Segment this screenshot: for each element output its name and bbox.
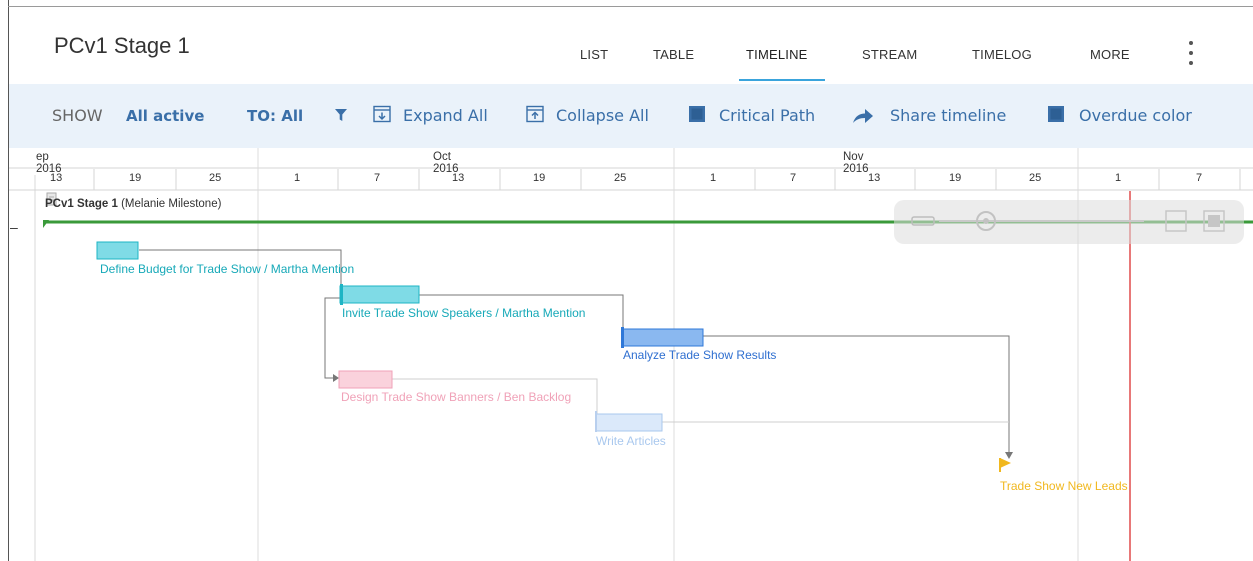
task-label-invite-speakers[interactable]: Invite Trade Show Speakers / Martha Ment… [342, 306, 585, 320]
active-tab-indicator [739, 79, 825, 81]
task-bar-write-articles[interactable] [595, 413, 663, 432]
collapse-all-icon[interactable] [526, 105, 544, 123]
month-label: Nov 2016 [843, 151, 869, 175]
task-bar-analyze-results[interactable] [621, 328, 704, 347]
task-bar-invite-speakers[interactable] [339, 285, 420, 304]
overdue-color-checkbox-icon[interactable] [1047, 105, 1065, 123]
milestone-label-new-leads[interactable]: Trade Show New Leads [1000, 479, 1128, 493]
assignee-filter-dropdown[interactable]: TO: All [247, 107, 303, 125]
overdue-color-toggle[interactable]: Overdue color [1079, 106, 1192, 125]
tab-more[interactable]: MORE [1090, 47, 1130, 62]
tab-timelog[interactable]: TIMELOG [972, 47, 1032, 62]
more-options-icon[interactable] [1181, 39, 1201, 69]
project-row[interactable]: PCv1 Stage 1 (Melanie Milestone) [45, 198, 221, 210]
filter-icon[interactable] [335, 109, 347, 122]
critical-path-toggle[interactable]: Critical Path [719, 106, 815, 125]
task-bar-define-budget[interactable] [96, 241, 139, 260]
project-header: PCv1 Stage 1 LIST TABLE TIMELINE STREAM … [9, 7, 1253, 83]
milestone-flag-icon[interactable] [999, 458, 1011, 472]
day-label: 19 [949, 172, 962, 184]
critical-path-checkbox-icon[interactable] [688, 105, 706, 123]
day-label: 7 [374, 172, 381, 184]
share-arrow-icon[interactable] [852, 108, 874, 124]
show-filter-dropdown[interactable]: All active [126, 107, 204, 125]
show-label: SHOW [52, 106, 103, 125]
task-label-write-articles[interactable]: Write Articles [596, 434, 666, 448]
expand-all-button[interactable]: Expand All [403, 106, 488, 125]
task-label-design-banners[interactable]: Design Trade Show Banners / Ben Backlog [341, 390, 571, 404]
day-label: 13 [50, 172, 63, 184]
app-window: PCv1 Stage 1 LIST TABLE TIMELINE STREAM … [0, 0, 1253, 561]
collapse-all-button[interactable]: Collapse All [556, 106, 649, 125]
project-owner: (Melanie Milestone) [121, 198, 222, 210]
day-label: 25 [1029, 172, 1042, 184]
day-label: 7 [790, 172, 797, 184]
timeline-chart: ep 2016 Oct 2016 Nov 2016 13 19 25 1 7 1… [9, 148, 1253, 561]
day-label: 25 [209, 172, 222, 184]
day-label: 1 [1115, 172, 1122, 184]
tab-list[interactable]: LIST [580, 47, 608, 62]
timeline-toolbar: SHOW All active TO: All Expand All Colla… [9, 84, 1253, 148]
day-label: 13 [868, 172, 881, 184]
collapse-project-toggle[interactable]: – [10, 219, 18, 235]
timeline-zoom-control[interactable] [894, 200, 1244, 244]
task-label-analyze-results[interactable]: Analyze Trade Show Results [623, 348, 776, 362]
share-timeline-button[interactable]: Share timeline [890, 106, 1006, 125]
task-bar-design-banners[interactable] [338, 370, 393, 389]
day-label: 19 [533, 172, 546, 184]
tab-stream[interactable]: STREAM [862, 47, 917, 62]
project-name: PCv1 Stage 1 [45, 198, 118, 210]
tab-timeline[interactable]: TIMELINE [746, 47, 808, 62]
day-label: 1 [294, 172, 301, 184]
day-label: 13 [452, 172, 465, 184]
expand-all-icon[interactable] [373, 105, 391, 123]
day-label: 1 [710, 172, 717, 184]
task-label-define-budget[interactable]: Define Budget for Trade Show / Martha Me… [100, 262, 354, 276]
tab-table[interactable]: TABLE [653, 47, 694, 62]
day-label: 7 [1196, 172, 1203, 184]
page-title: PCv1 Stage 1 [54, 33, 190, 58]
day-label: 25 [614, 172, 627, 184]
day-label: 19 [129, 172, 142, 184]
